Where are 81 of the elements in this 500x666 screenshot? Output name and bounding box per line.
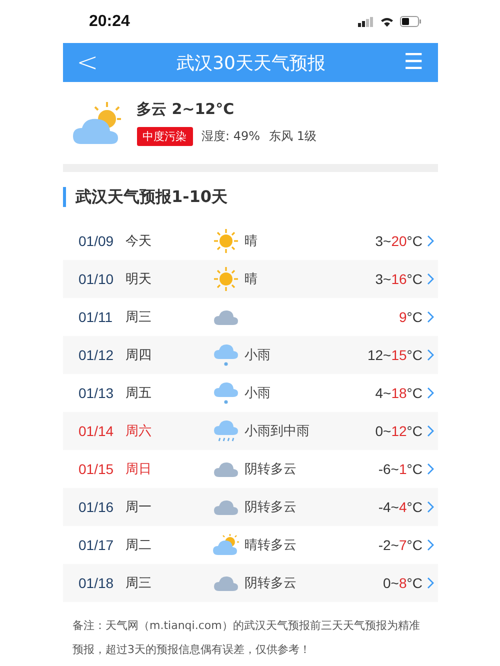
forecast-weather: 阴转多云 — [244, 461, 298, 478]
rain-cloud-icon — [214, 419, 238, 443]
forecast-date: 01/12 — [78, 347, 115, 363]
forecast-date: 01/10 — [78, 271, 115, 287]
wifi-icon — [380, 16, 394, 26]
forecast-date: 01/11 — [78, 309, 114, 325]
status-time: 20:24 — [89, 12, 130, 30]
forecast-row[interactable]: 01/09 今天 晴 3~20°C — [62, 222, 438, 260]
forecast-date: 01/15 — [78, 461, 115, 477]
chevron-right-icon — [426, 273, 434, 285]
footer-note: 备注：天气网（m.tianqi.com）的武汉天气预报前三天天气预报为精准预报，超过3天的预报信息偶有误差，仅供参考！ — [72, 618, 421, 658]
forecast-date: 01/09 — [78, 233, 115, 249]
forecast-temperature: 3~20°C — [375, 233, 422, 249]
chevron-right-icon — [426, 425, 434, 437]
forecast-row[interactable]: 01/18 周三 阴转多云 0~8°C — [62, 564, 438, 602]
forecast-day: 周一 — [126, 498, 208, 516]
chevron-right-icon — [426, 349, 434, 361]
section-marker — [62, 187, 66, 207]
forecast-weather: 小雨 — [244, 385, 272, 402]
rain-cloud-icon — [214, 381, 238, 405]
forecast-temperature: 3~16°C — [375, 271, 422, 287]
cloud-icon — [214, 460, 238, 478]
forecast-temperature: 12~15°C — [367, 347, 422, 363]
forecast-weather: 小雨 — [244, 347, 272, 364]
forecast-row[interactable]: 01/14 周六 小雨到中雨 0~12°C — [62, 412, 438, 450]
partly-cloudy-icon — [213, 534, 239, 556]
chevron-right-icon — [426, 387, 434, 399]
humidity-text: 湿度: 49% — [202, 128, 260, 145]
air-quality-badge: 中度污染 — [136, 127, 192, 146]
forecast-row[interactable]: 01/16 周一 阴转多云 -4~4°C — [62, 488, 438, 526]
forecast-weather: 晴转多云 — [244, 537, 298, 554]
rain-cloud-icon — [214, 343, 238, 367]
forecast-date: 01/16 — [78, 499, 115, 515]
chevron-right-icon — [426, 463, 434, 475]
forecast-temperature: 9°C — [398, 309, 422, 325]
forecast-date: 01/17 — [78, 537, 115, 553]
forecast-row[interactable]: 01/13 周五 小雨 4~18°C — [62, 374, 438, 412]
signal-icon — [358, 16, 374, 26]
forecast-temperature: -6~1°C — [378, 461, 422, 477]
forecast-day: 周三 — [126, 308, 208, 326]
battery-icon — [400, 16, 422, 27]
forecast-weather: 小雨到中雨 — [244, 423, 310, 440]
sun-icon — [214, 229, 238, 253]
chevron-right-icon — [426, 501, 434, 513]
forecast-weather: 晴 — [244, 271, 258, 288]
forecast-temperature: 0~8°C — [383, 575, 422, 591]
forecast-temperature: -4~4°C — [378, 499, 422, 515]
cloud-icon — [214, 574, 238, 592]
current-weather: 多云 2~12°C — [136, 100, 236, 119]
forecast-temperature: -2~7°C — [378, 537, 422, 553]
chevron-right-icon — [426, 577, 434, 589]
forecast-day: 周二 — [126, 536, 208, 554]
chevron-right-icon — [426, 311, 434, 323]
forecast-temperature: 4~18°C — [375, 385, 422, 401]
page-title: 武汉30天天气预报 — [176, 52, 326, 74]
section-title: 武汉天气预报1-10天 — [76, 186, 228, 208]
forecast-day: 周三 — [126, 574, 208, 592]
forecast-temperature: 0~12°C — [375, 423, 422, 439]
forecast-day: 今天 — [126, 232, 208, 250]
forecast-row[interactable]: 01/10 明天 晴 3~16°C — [62, 260, 438, 298]
forecast-day: 周四 — [126, 346, 208, 364]
sun-icon — [214, 267, 238, 291]
forecast-weather: 阴转多云 — [244, 499, 298, 516]
forecast-day: 周日 — [126, 460, 208, 478]
forecast-row[interactable]: 01/12 周四 小雨 12~15°C — [62, 336, 438, 374]
forecast-row[interactable]: 01/11 周三 9°C — [62, 298, 438, 336]
forecast-weather: 阴转多云 — [244, 575, 298, 592]
cloud-icon — [214, 308, 238, 326]
forecast-date: 01/13 — [78, 385, 115, 401]
chevron-right-icon — [426, 235, 434, 247]
forecast-row[interactable]: 01/15 周日 阴转多云 -6~1°C — [62, 450, 438, 488]
forecast-weather: 晴 — [244, 233, 258, 250]
forecast-day: 明天 — [126, 270, 208, 288]
forecast-day: 周六 — [126, 422, 208, 440]
chevron-right-icon — [426, 539, 434, 551]
forecast-date: 01/18 — [78, 575, 115, 591]
cloud-icon — [214, 498, 238, 516]
forecast-day: 周五 — [126, 384, 208, 402]
wind-text: 东风 1级 — [269, 128, 316, 145]
forecast-date: 01/14 — [78, 423, 115, 439]
forecast-row[interactable]: 01/17 周二 晴转多云 -2~7°C — [62, 526, 438, 564]
